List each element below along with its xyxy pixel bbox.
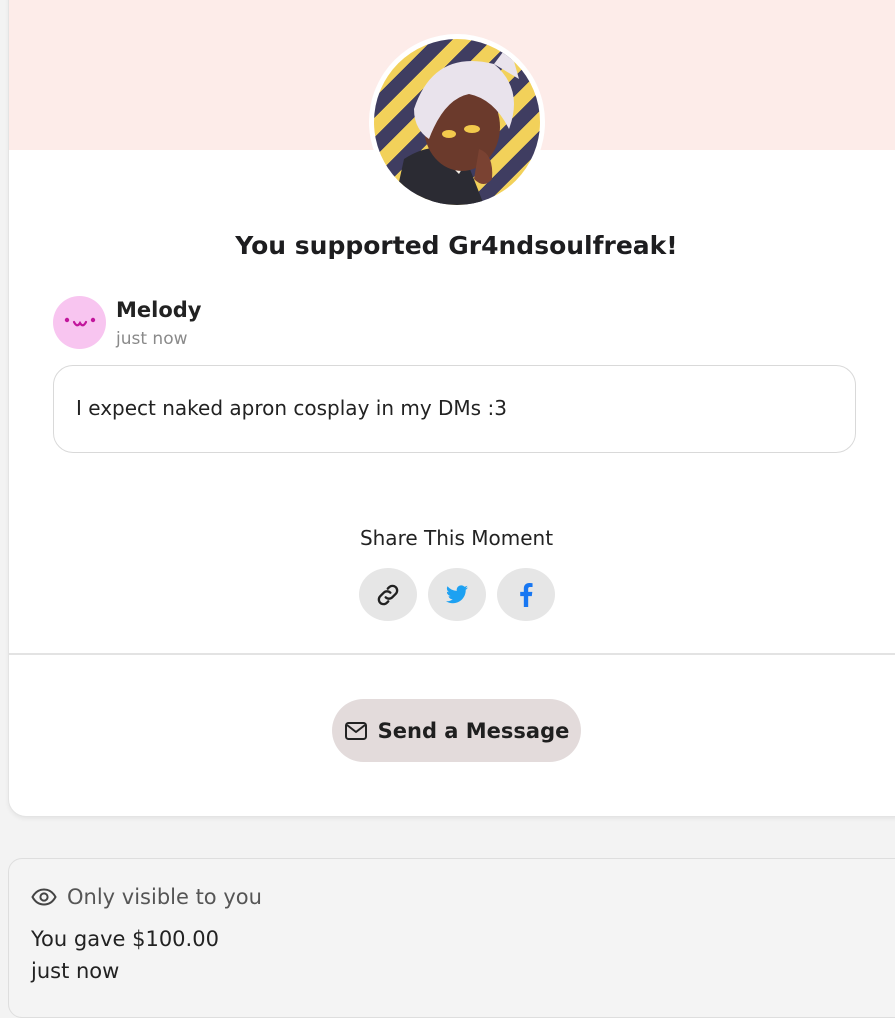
creator-avatar-image (374, 39, 540, 205)
send-message-label: Send a Message (377, 718, 570, 743)
share-facebook-button[interactable] (497, 568, 555, 621)
gave-amount: You gave $100.00 (31, 927, 219, 951)
share-label: Share This Moment (359, 526, 554, 550)
supporter-avatar (53, 296, 106, 349)
divider (9, 653, 895, 655)
support-message-text: I expect naked apron cosplay in my DMs :… (76, 396, 507, 420)
visibility-row: Only visible to you (31, 885, 262, 909)
cute-face-icon (64, 317, 95, 326)
eye-icon (31, 888, 57, 906)
visibility-label: Only visible to you (67, 885, 262, 909)
gave-timestamp: just now (31, 959, 120, 983)
page-title: You supported Gr4ndsoulfreak! (235, 231, 678, 260)
send-message-button[interactable]: Send a Message (332, 699, 581, 762)
supporter-timestamp: just now (116, 329, 188, 349)
share-twitter-button[interactable] (428, 568, 486, 621)
link-icon (377, 584, 399, 605)
support-card: You supported Gr4ndsoulfreak! Melody jus… (8, 0, 895, 817)
envelope-icon (344, 721, 367, 740)
private-receipt: Only visible to you You gave $100.00 jus… (8, 858, 895, 1018)
twitter-icon (446, 584, 468, 603)
creator-avatar (369, 34, 545, 210)
support-message: I expect naked apron cosplay in my DMs :… (53, 365, 856, 453)
copy-link-button[interactable] (359, 568, 417, 621)
facebook-icon (520, 582, 533, 607)
supporter-name: Melody (116, 298, 202, 322)
